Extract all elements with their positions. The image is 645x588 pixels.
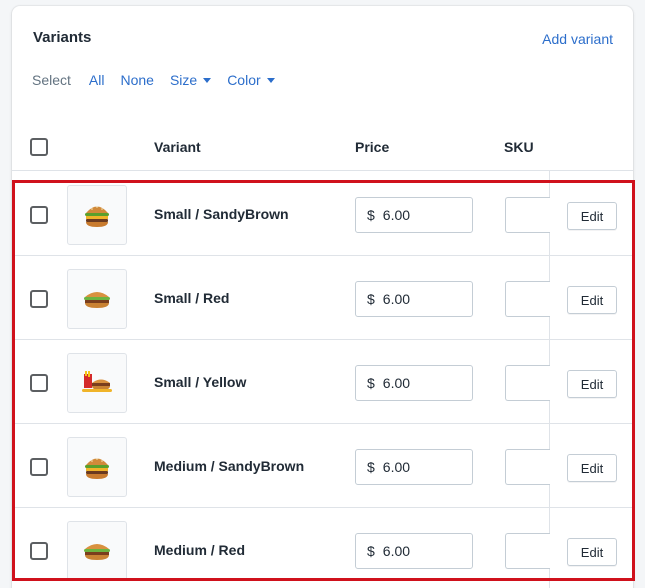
burger-icon bbox=[85, 458, 109, 479]
edit-button[interactable]: Edit bbox=[567, 202, 617, 230]
edit-button[interactable]: Edit bbox=[567, 538, 617, 566]
price-value: 6.00 bbox=[382, 291, 411, 307]
sku-input[interactable] bbox=[505, 449, 550, 485]
select-none-label: None bbox=[120, 72, 154, 88]
row-checkbox[interactable] bbox=[30, 374, 48, 392]
currency-symbol: $ bbox=[367, 375, 375, 391]
price-input[interactable]: $6.00 bbox=[355, 365, 473, 401]
currency-symbol: $ bbox=[367, 543, 375, 559]
header-price: Price bbox=[355, 139, 390, 155]
variant-name: Small / SandyBrown bbox=[154, 206, 289, 222]
variants-card: Variants Add variant Select All None Siz… bbox=[12, 6, 633, 588]
select-none-link[interactable]: None bbox=[120, 72, 153, 88]
meal-icon bbox=[82, 371, 112, 392]
edit-button[interactable]: Edit bbox=[567, 454, 617, 482]
variant-image bbox=[67, 437, 127, 497]
select-color-label: Color bbox=[227, 72, 261, 88]
row-checkbox[interactable] bbox=[30, 542, 48, 560]
edit-button[interactable]: Edit bbox=[567, 370, 617, 398]
edit-button[interactable]: Edit bbox=[567, 286, 617, 314]
variant-image bbox=[67, 353, 127, 413]
currency-symbol: $ bbox=[367, 459, 375, 475]
variant-name: Medium / SandyBrown bbox=[154, 458, 305, 474]
select-all-checkbox[interactable] bbox=[30, 138, 48, 156]
price-value: 6.00 bbox=[382, 207, 411, 223]
header-variant: Variant bbox=[154, 139, 201, 155]
select-label: Select bbox=[32, 72, 71, 88]
price-value: 6.00 bbox=[382, 543, 411, 559]
price-input[interactable]: $6.00 bbox=[355, 281, 473, 317]
caret-down-icon bbox=[203, 78, 212, 83]
card-title: Variants bbox=[33, 29, 92, 46]
variant-image bbox=[67, 269, 127, 329]
select-color-dropdown[interactable]: Color bbox=[227, 72, 275, 88]
sku-input[interactable] bbox=[505, 365, 550, 401]
price-value: 6.00 bbox=[382, 459, 411, 475]
select-size-dropdown[interactable]: Size bbox=[169, 72, 212, 88]
table-row: Small / SandyBrown $6.00 Edit bbox=[12, 172, 633, 256]
currency-symbol: $ bbox=[367, 291, 375, 307]
sku-input[interactable] bbox=[505, 533, 550, 569]
variant-name: Medium / Red bbox=[154, 542, 246, 558]
price-input[interactable]: $6.00 bbox=[355, 197, 473, 233]
variant-image bbox=[67, 521, 127, 581]
variant-name: Small / Red bbox=[154, 290, 230, 306]
select-all-label: All bbox=[88, 72, 105, 88]
currency-symbol: $ bbox=[367, 207, 375, 223]
table-header: Variant Price SKU bbox=[12, 121, 633, 171]
row-checkbox[interactable] bbox=[30, 290, 48, 308]
sku-input[interactable] bbox=[505, 281, 550, 317]
table-row: Small / Yellow $6.00 Edit bbox=[12, 340, 633, 424]
header-sku: SKU bbox=[504, 139, 534, 155]
burger-icon bbox=[84, 292, 110, 308]
select-all-link[interactable]: All bbox=[89, 72, 105, 88]
caret-down-icon bbox=[266, 78, 275, 83]
price-input[interactable]: $6.00 bbox=[355, 449, 473, 485]
select-size-label: Size bbox=[169, 72, 198, 88]
variant-name: Small / Yellow bbox=[154, 374, 247, 390]
table-row: Medium / SandyBrown $6.00 Edit bbox=[12, 424, 633, 508]
price-input[interactable]: $6.00 bbox=[355, 533, 473, 569]
row-checkbox[interactable] bbox=[30, 458, 48, 476]
sku-input[interactable] bbox=[505, 197, 550, 233]
table-row: Small / Red $6.00 Edit bbox=[12, 256, 633, 340]
table-row: Medium / Red $6.00 Edit bbox=[12, 508, 633, 588]
variant-image bbox=[67, 185, 127, 245]
burger-icon bbox=[84, 544, 110, 560]
burger-icon bbox=[85, 206, 109, 227]
bulk-select-bar: Select All None Size Color bbox=[32, 71, 291, 89]
row-checkbox[interactable] bbox=[30, 206, 48, 224]
price-value: 6.00 bbox=[382, 375, 411, 391]
add-variant-link[interactable]: Add variant bbox=[542, 31, 613, 47]
